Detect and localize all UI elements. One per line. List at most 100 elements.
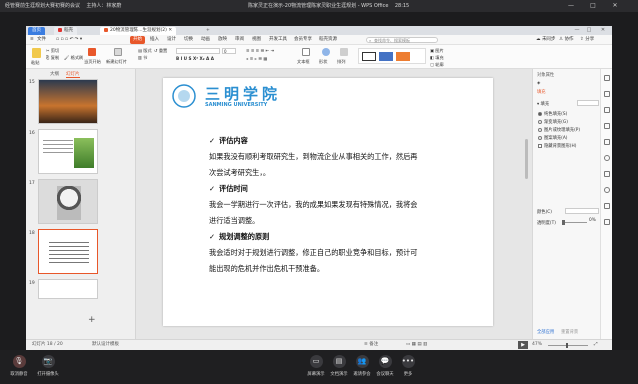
cut-button[interactable]: ✂ 剪切 <box>46 48 59 54</box>
tab-document[interactable]: 20物流管理陈...生涯规划(2) ✕ <box>100 27 177 35</box>
menu-animation[interactable]: 动画 <box>201 35 210 45</box>
tab-close-icon[interactable]: ✕ <box>168 28 172 33</box>
slide-thumbnail-16[interactable] <box>38 129 98 174</box>
tab-home[interactable]: 首页 <box>28 27 45 35</box>
arrange-icon[interactable] <box>340 48 348 56</box>
new-tab-button[interactable]: + <box>202 27 214 35</box>
camera-button[interactable]: 📷 打开摄像头 <box>34 355 62 377</box>
arrange-label[interactable]: 排列 <box>337 59 345 65</box>
shape-icon[interactable] <box>322 48 330 56</box>
radio-solid-fill[interactable] <box>538 112 542 116</box>
option-pattern-fill[interactable]: 图案填充(A) <box>544 135 567 141</box>
radio-gradient-fill[interactable] <box>538 120 542 124</box>
play-current-icon[interactable] <box>88 48 96 56</box>
new-slide-label[interactable]: 新建幻灯片 <box>106 59 127 65</box>
fit-window-icon[interactable]: ⤢ <box>594 340 598 350</box>
menu-developer[interactable]: 开发工具 <box>269 35 287 45</box>
close-icon[interactable]: ✕ <box>606 0 624 12</box>
fill-button[interactable]: ◧ 填充 <box>430 55 444 61</box>
maximize-icon[interactable]: □ <box>584 0 602 12</box>
notes-toggle[interactable]: ≡ 备注 <box>364 340 378 350</box>
collab-button[interactable]: ♙ 协作 <box>559 35 573 45</box>
animation-icon[interactable] <box>604 91 610 97</box>
paste-icon[interactable] <box>32 48 41 58</box>
hamburger-icon[interactable]: ≡ <box>30 35 34 45</box>
location-icon[interactable] <box>604 171 610 177</box>
checkbox-hide-background[interactable] <box>538 144 542 148</box>
apply-all-button[interactable]: 全部应用 <box>537 329 554 335</box>
menu-design[interactable]: 设计 <box>167 35 176 45</box>
copy-button[interactable]: ⎘ 复制 <box>46 55 59 61</box>
zoom-slider-handle[interactable] <box>566 343 568 348</box>
view-buttons[interactable]: ▭ ▦ ▤ ▥ <box>406 340 427 350</box>
fill-section-title[interactable]: ▾ 填充 <box>537 101 549 107</box>
search-input[interactable]: ⌕ 查找命令、搜索模板 <box>366 37 438 43</box>
slide-thumbnail-19[interactable] <box>38 279 98 299</box>
fill-type-select[interactable] <box>577 100 599 106</box>
menu-slideshow[interactable]: 放映 <box>218 35 227 45</box>
history-icon[interactable] <box>604 155 610 161</box>
transparency-slider-handle[interactable] <box>562 220 565 225</box>
reset-background-button[interactable]: 重置背景 <box>561 329 578 335</box>
menu-home[interactable]: 开始 <box>130 36 145 44</box>
tab-slides[interactable]: 幻灯片 <box>66 71 80 78</box>
text-format-buttons[interactable]: B I U S X² X₂ A A <box>176 56 214 61</box>
slide-thumbnail-18[interactable] <box>38 229 98 274</box>
textbox-label[interactable]: 文本框 <box>297 59 310 65</box>
unmute-button[interactable]: 🎙 取消静音 <box>5 355 33 377</box>
vertical-scrollbar[interactable] <box>525 139 528 179</box>
radio-picture-fill[interactable] <box>538 128 542 132</box>
slide-18[interactable]: 三明学院 SANMING UNIVERSITY ✓ 评估内容 如果我没有顺利考取研… <box>163 78 493 326</box>
option-hide-background[interactable]: 隐藏背景图形(H) <box>544 143 576 149</box>
shape-label[interactable]: 形状 <box>319 59 327 65</box>
font-name-select[interactable] <box>176 48 220 54</box>
layout-button[interactable]: ▤ 版式 <box>138 48 152 54</box>
menu-file[interactable]: 文件 <box>37 35 46 45</box>
slide-thumbnail-17[interactable] <box>38 179 98 224</box>
reset-button[interactable]: ↺ 重置 <box>154 48 167 54</box>
help-icon[interactable] <box>604 187 610 193</box>
menu-review[interactable]: 审阅 <box>235 35 244 45</box>
menu-member[interactable]: 会员专享 <box>294 35 312 45</box>
quick-access-icons[interactable]: ▫ ▫ ▫ ↶ ↷ ▾ <box>56 35 82 45</box>
option-gradient-fill[interactable]: 渐变填充(G) <box>544 119 568 125</box>
tab-templates[interactable]: 稻壳 <box>54 27 77 35</box>
paste-label[interactable]: 粘贴 <box>31 60 39 66</box>
props-tab-fill[interactable]: 填充 <box>537 89 546 95</box>
share-button[interactable]: ⇪ 分享 <box>580 35 594 45</box>
sync-status[interactable]: ☁ 未同步 <box>536 35 555 45</box>
align-buttons[interactable]: ⫷ ≡ ⫸ ☰ ▦ <box>246 56 267 61</box>
object-properties-icon[interactable] <box>604 75 610 81</box>
section-button[interactable]: ▥ 节 <box>138 55 148 61</box>
zoom-slider[interactable] <box>548 345 588 346</box>
settings-icon[interactable] <box>604 203 610 209</box>
paragraph-buttons[interactable]: ≡ ≡ ≡ ☰ ⇤ ⇥ <box>246 48 274 53</box>
tab-outline[interactable]: 大纲 <box>50 71 59 78</box>
more-button[interactable]: ••• 更多 <box>394 355 422 377</box>
design-icon[interactable] <box>604 107 610 113</box>
option-solid-fill[interactable]: 纯色填充(S) <box>544 111 567 117</box>
style-gallery[interactable] <box>358 48 426 64</box>
menu-view[interactable]: 视图 <box>252 35 261 45</box>
format-icon[interactable] <box>604 139 610 145</box>
fill-tab-icon[interactable]: ◈ <box>537 81 540 86</box>
format-painter-button[interactable]: 🖌 格式刷 <box>64 55 83 61</box>
wps-minimize-icon[interactable]: — <box>572 26 582 35</box>
play-slideshow-button[interactable]: ▶ <box>518 341 528 349</box>
style-swatch[interactable] <box>379 52 393 61</box>
add-slide-button[interactable]: + <box>88 315 96 325</box>
wps-maximize-icon[interactable]: □ <box>584 26 594 35</box>
font-size-select[interactable]: 0 <box>222 48 236 54</box>
option-picture-fill[interactable]: 图片或纹理填充(P) <box>544 127 580 133</box>
menu-insert[interactable]: 插入 <box>150 35 159 45</box>
backup-icon[interactable] <box>604 219 610 225</box>
style-swatch[interactable] <box>362 52 376 61</box>
radio-pattern-fill[interactable] <box>538 136 542 140</box>
textbox-icon[interactable] <box>302 48 310 56</box>
wps-close-icon[interactable]: ✕ <box>598 26 608 35</box>
style-swatch[interactable] <box>396 52 410 61</box>
transparency-slider[interactable] <box>563 222 587 223</box>
outline-button[interactable]: ▢ 轮廓 <box>430 62 444 68</box>
transparency-value[interactable]: 0% <box>589 218 596 223</box>
theme-icon[interactable] <box>604 123 610 129</box>
